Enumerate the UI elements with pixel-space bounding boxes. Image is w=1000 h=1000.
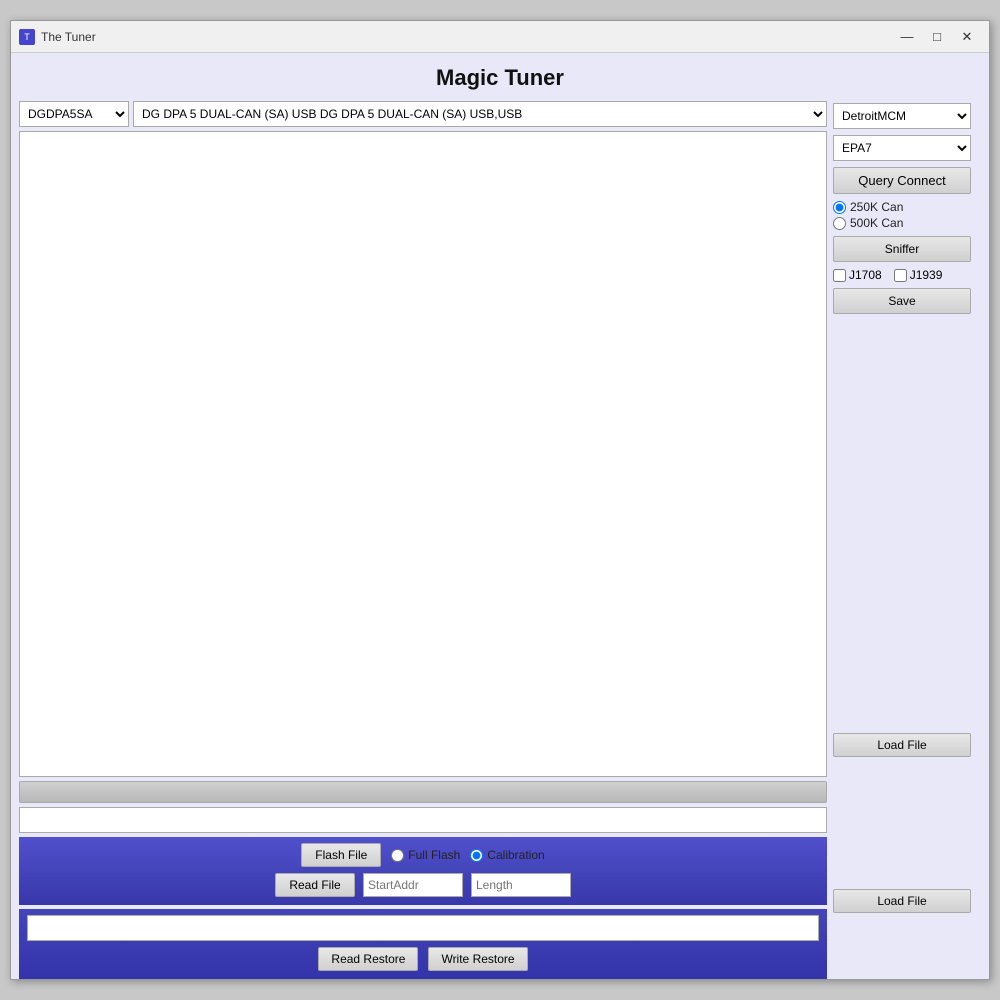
restore-file-bar [27,915,819,941]
left-panel: DGDPA5SA DG DPA 5 DUAL-CAN (SA) USB DG D… [19,101,827,979]
calibration-option[interactable]: Calibration [470,848,544,862]
length-input[interactable] [471,873,571,897]
window-title: The Tuner [41,30,96,44]
window-controls: — □ ✕ [893,26,981,48]
close-button[interactable]: ✕ [953,26,981,48]
read-row: Read File [27,873,819,897]
calibration-radio[interactable] [470,849,483,862]
top-dropdowns: DGDPA5SA DG DPA 5 DUAL-CAN (SA) USB DG D… [19,101,827,127]
save-button[interactable]: Save [833,288,971,314]
load-file-button-1[interactable]: Load File [833,733,971,757]
can-radio-group: 250K Can 500K Can [833,200,981,230]
maximize-button[interactable]: □ [923,26,951,48]
spacer3 [833,919,981,979]
load-file-button-2[interactable]: Load File [833,889,971,913]
flash-file-button[interactable]: Flash File [301,843,381,867]
full-flash-option[interactable]: Full Flash [391,848,460,862]
read-restore-button[interactable]: Read Restore [318,947,418,971]
connection-dropdown[interactable]: DG DPA 5 DUAL-CAN (SA) USB DG DPA 5 DUAL… [133,101,827,127]
can-250k-radio[interactable] [833,201,846,214]
log-area [19,131,827,777]
spacer [833,320,981,727]
minimize-button[interactable]: — [893,26,921,48]
app-icon: T [19,29,35,45]
can-500k-option[interactable]: 500K Can [833,216,981,230]
checkbox-row: J1708 J1939 [833,268,981,282]
restore-btn-row: Read Restore Write Restore [27,947,819,971]
file-path-bar [19,807,827,833]
ecu-dropdown[interactable]: DetroitMCM [833,103,971,129]
write-restore-button[interactable]: Write Restore [428,947,527,971]
restore-section: Read Restore Write Restore [19,909,827,979]
protocol-dropdown[interactable]: EPA7 [833,135,971,161]
main-area: DGDPA5SA DG DPA 5 DUAL-CAN (SA) USB DG D… [11,101,989,979]
restore-file-row [27,915,819,941]
flash-row: Flash File Full Flash Calibration [27,843,819,867]
start-addr-input[interactable] [363,873,463,897]
right-panel: DetroitMCM EPA7 Query Connect 250K Can [833,101,981,979]
j1708-checkbox-label[interactable]: J1708 [833,268,882,282]
can-250k-option[interactable]: 250K Can [833,200,981,214]
title-bar: T The Tuner — □ ✕ [11,21,989,53]
device-dropdown[interactable]: DGDPA5SA [19,101,129,127]
can-500k-radio[interactable] [833,217,846,230]
progress-bar [19,781,827,803]
read-file-button[interactable]: Read File [275,873,355,897]
title-bar-left: T The Tuner [19,29,96,45]
query-connect-button[interactable]: Query Connect [833,167,971,194]
flash-section: Flash File Full Flash Calibration Read F… [19,837,827,905]
j1939-checkbox[interactable] [894,269,907,282]
full-flash-radio[interactable] [391,849,404,862]
spacer2 [833,763,981,883]
j1939-checkbox-label[interactable]: J1939 [894,268,943,282]
j1708-checkbox[interactable] [833,269,846,282]
app-title: Magic Tuner [11,53,989,101]
main-window: T The Tuner — □ ✕ Magic Tuner DGDPA5SA D… [10,20,990,980]
sniffer-button[interactable]: Sniffer [833,236,971,262]
window-body: Magic Tuner DGDPA5SA DG DPA 5 DUAL-CAN (… [11,53,989,979]
